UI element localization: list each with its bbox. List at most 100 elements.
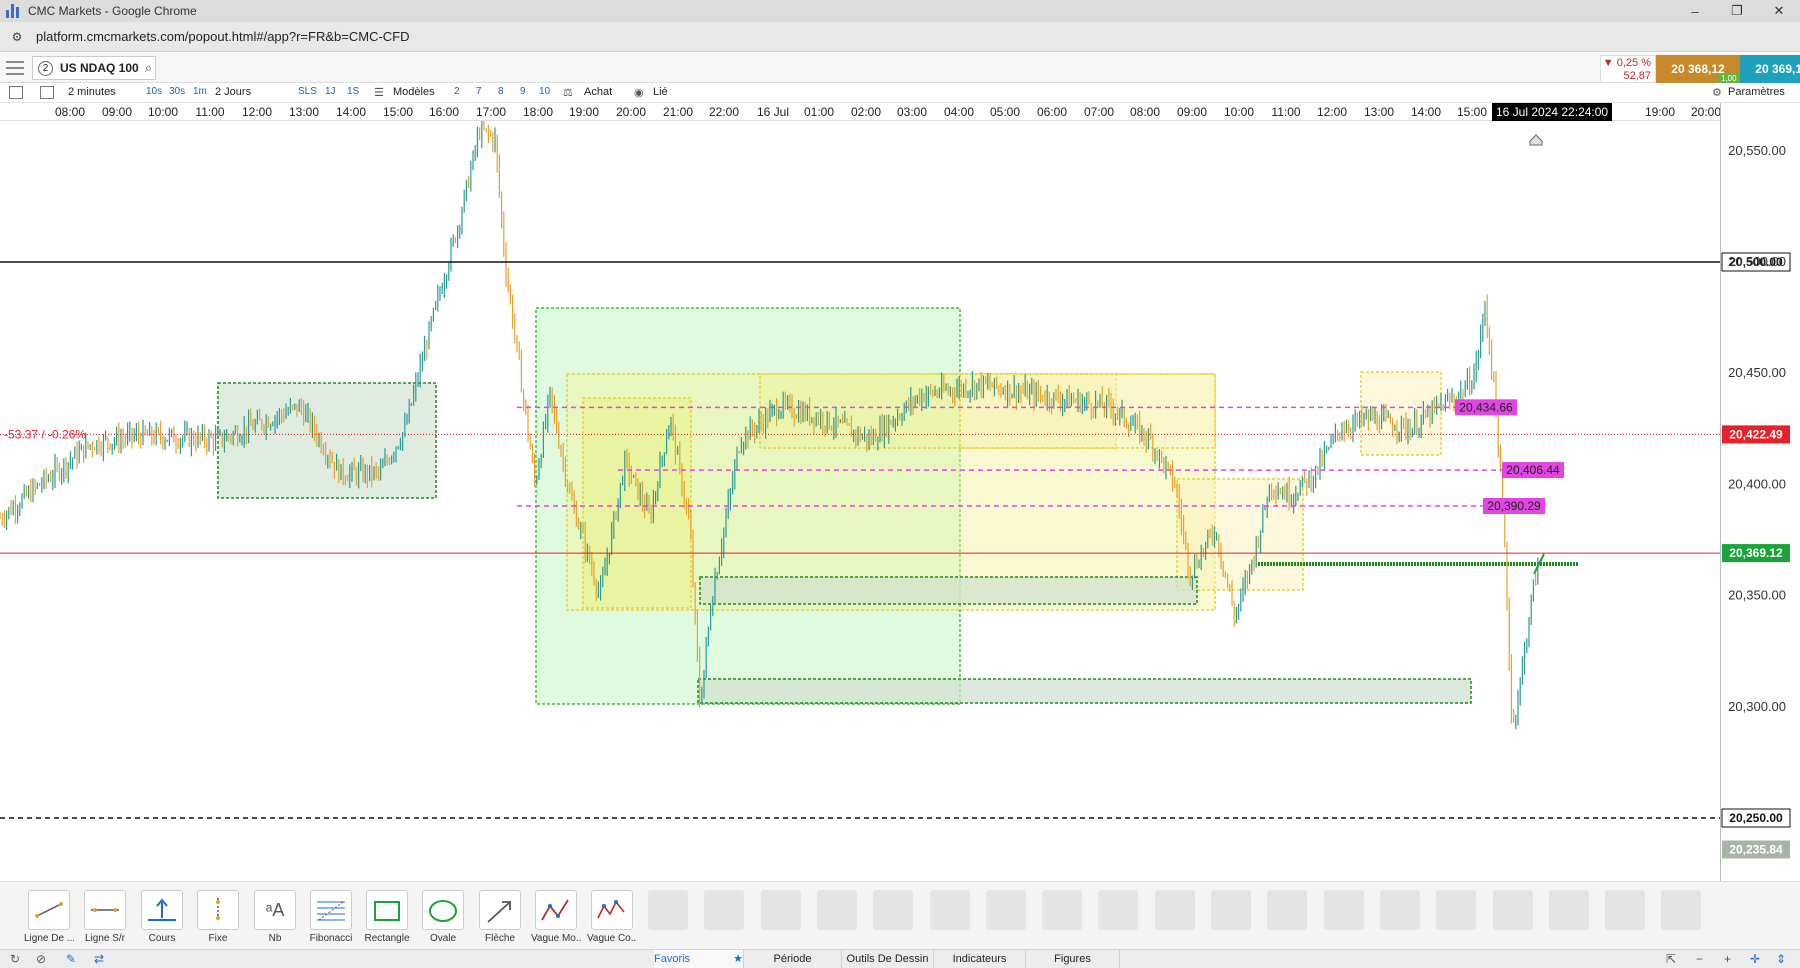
drawing-tool[interactable]: Vague Mo...	[531, 890, 581, 944]
drawing-tool-label: Ligne De ...	[24, 933, 74, 944]
arrow-icon[interactable]	[479, 890, 521, 930]
interval-30s[interactable]: 30s	[169, 86, 185, 97]
zone-yellow-5	[1176, 478, 1304, 591]
interval-10s[interactable]: 10s	[146, 86, 162, 97]
tab-outils-de-dessin[interactable]: Outils De Dessin	[842, 950, 934, 968]
drawing-tool[interactable]: Vague Co...	[587, 890, 637, 944]
range-1j[interactable]: 1J	[325, 86, 336, 97]
drawing-tool[interactable]: Ligne De ...	[24, 890, 74, 944]
empty-tool-slot[interactable]	[816, 890, 857, 930]
zoom-in-icon[interactable]: +	[1724, 952, 1731, 966]
address-bar: ⚙ platform.cmcmarkets.com/popout.html#/a…	[0, 22, 1800, 52]
empty-tool-slot[interactable]	[985, 890, 1026, 930]
empty-tool-slot[interactable]	[1154, 890, 1195, 930]
restore-button[interactable]: ❐	[1716, 0, 1758, 22]
url-text[interactable]: platform.cmcmarkets.com/popout.html#/app…	[36, 29, 410, 44]
layout-9[interactable]: 9	[520, 86, 526, 97]
drawing-tool[interactable]: Cours	[137, 890, 187, 944]
pencil-icon[interactable]: ✎	[66, 952, 76, 966]
settings-button[interactable]: Paramètres	[1728, 86, 1785, 98]
search-icon[interactable]: ⌕	[145, 60, 152, 76]
hamburger-menu-icon[interactable]	[6, 61, 24, 75]
time-tick-label: 10:00	[1223, 105, 1255, 119]
templates-button[interactable]: Modèles	[393, 86, 435, 98]
empty-tool-slot[interactable]	[1436, 890, 1477, 930]
time-tick-label: 06:00	[1036, 105, 1068, 119]
oval-icon[interactable]	[422, 890, 464, 930]
interval-1m[interactable]: 1m	[193, 86, 207, 97]
drawing-tool[interactable]: Rectangle	[362, 890, 412, 944]
fit-icon[interactable]: ⇱	[1666, 952, 1676, 966]
price-chart[interactable]: 20,434.66 20,406.44 20,390.29 -53.37 / -0.2…	[0, 121, 1800, 881]
level-label: 20,390.29	[1487, 499, 1541, 513]
trend-line-icon[interactable]	[28, 890, 70, 930]
eye-icon[interactable]: ◉	[634, 86, 644, 99]
tab-periode[interactable]: Période	[744, 950, 842, 968]
instrument-name: US NDAQ 100	[60, 61, 139, 75]
time-tick-label: 08:00	[1129, 105, 1161, 119]
text-icon[interactable]: ᵃA	[254, 890, 296, 930]
empty-tool-slot[interactable]	[704, 890, 745, 930]
interval-select[interactable]: 2 minutes	[68, 86, 116, 98]
empty-tool-slot[interactable]	[1323, 890, 1364, 930]
tab-favoris[interactable]: Favoris ★	[654, 950, 744, 968]
empty-tool-slot[interactable]	[1548, 890, 1589, 930]
instrument-selector[interactable]: 2 US NDAQ 100 ⌕	[32, 56, 156, 80]
range-select[interactable]: 2 Jours	[215, 86, 251, 98]
clear-icon[interactable]: ⊘	[36, 952, 46, 966]
fixed-icon[interactable]	[197, 890, 239, 930]
buy-button[interactable]: 20 369,12	[1740, 55, 1800, 83]
layout-7[interactable]: 7	[476, 86, 482, 97]
expand-icon[interactable]: ⇕	[1776, 952, 1786, 966]
layout-grid-icon[interactable]	[40, 86, 54, 99]
close-button[interactable]: ✕	[1758, 0, 1800, 22]
drawing-tool[interactable]: ᵃA Nb	[250, 890, 300, 944]
price-tick-label: 20,400.00	[1728, 476, 1786, 491]
crosshair-icon[interactable]: ✛	[1750, 952, 1760, 966]
wave-icon[interactable]	[535, 890, 577, 930]
drawing-tool[interactable]: Fibonacci	[306, 890, 356, 944]
templates-icon[interactable]: ☰	[374, 86, 384, 99]
empty-tool-slot[interactable]	[1042, 890, 1083, 930]
drawing-tool[interactable]: Ligne S/r	[80, 890, 130, 944]
drawing-tool[interactable]: Fixe	[193, 890, 243, 944]
empty-tool-slot[interactable]	[1661, 890, 1702, 930]
linked-button[interactable]: Lié	[653, 86, 668, 98]
fibonacci-icon[interactable]	[310, 890, 352, 930]
tab-indicateurs[interactable]: Indicateurs	[934, 950, 1026, 968]
drawing-tool[interactable]: Ovale	[418, 890, 468, 944]
settings-gear-icon[interactable]: ⚙	[1712, 86, 1722, 99]
empty-tool-slot[interactable]	[929, 890, 970, 930]
drawing-tool[interactable]: Flèche	[475, 890, 525, 944]
empty-tool-slot[interactable]	[648, 890, 688, 930]
scale-icon[interactable]: ⚖	[563, 86, 573, 99]
empty-tool-slot[interactable]	[1211, 890, 1251, 930]
range-1s[interactable]: 1S	[347, 86, 359, 97]
price-icon[interactable]	[141, 890, 183, 930]
link-group-badge[interactable]: 2	[38, 60, 53, 76]
empty-tool-slot[interactable]	[873, 890, 914, 930]
minimize-button[interactable]: –	[1674, 0, 1716, 22]
site-settings-icon[interactable]: ⚙	[8, 28, 26, 46]
chart-list-icon[interactable]	[9, 86, 23, 99]
layout-10[interactable]: 10	[539, 86, 550, 97]
zoom-out-icon[interactable]: −	[1696, 952, 1703, 966]
empty-tool-slot[interactable]	[1098, 890, 1139, 930]
sr-line-icon[interactable]	[84, 890, 126, 930]
layout-8[interactable]: 8	[498, 86, 504, 97]
time-tick-label: 17:00	[475, 105, 507, 119]
range-sls[interactable]: SLS	[298, 86, 317, 97]
refresh-icon[interactable]: ↻	[10, 952, 20, 966]
empty-tool-slot[interactable]	[760, 890, 801, 930]
layout-2[interactable]: 2	[454, 86, 460, 97]
tab-figures[interactable]: Figures	[1026, 950, 1120, 968]
empty-tool-slot[interactable]	[1379, 890, 1420, 930]
empty-tool-slot[interactable]	[1267, 890, 1308, 930]
rectangle-icon[interactable]	[366, 890, 408, 930]
time-tick-label: 15:00	[1456, 105, 1488, 119]
wave2-icon[interactable]	[591, 890, 633, 930]
empty-tool-slot[interactable]	[1605, 890, 1646, 930]
buy-mode-button[interactable]: Achat	[584, 86, 612, 98]
magnet-icon[interactable]: ⇄	[94, 952, 104, 966]
empty-tool-slot[interactable]	[1492, 890, 1533, 930]
